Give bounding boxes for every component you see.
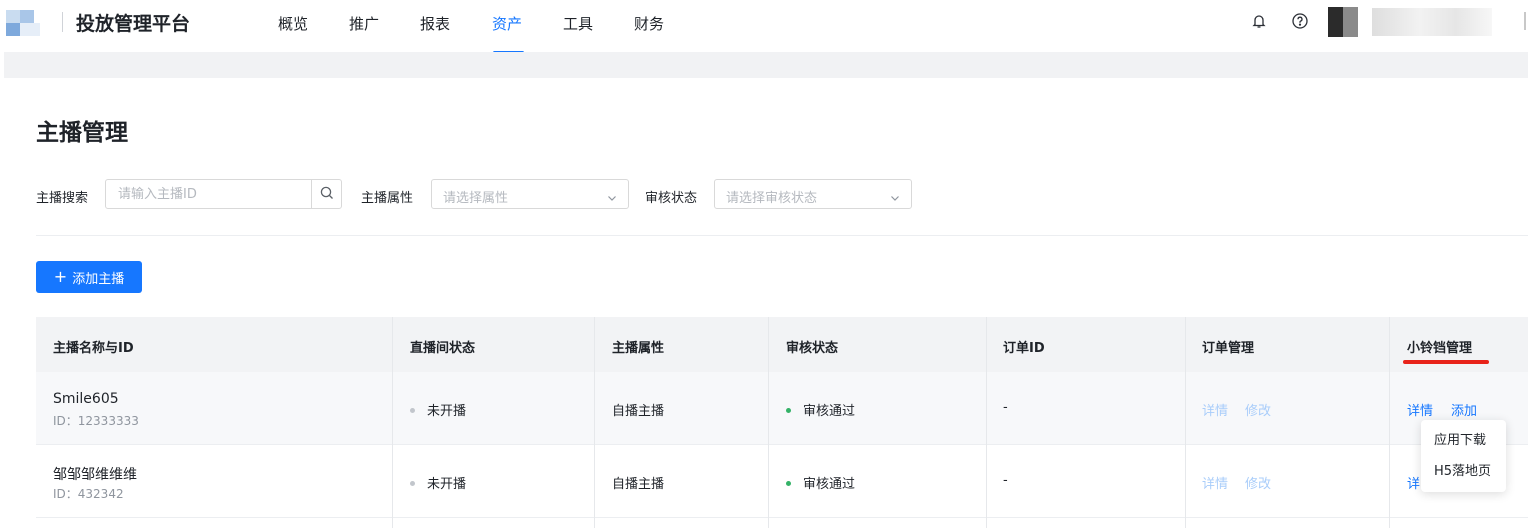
column-divider [1185,317,1186,528]
account-name-blurred[interactable] [1372,8,1492,36]
search-input[interactable] [106,180,312,208]
column-divider [768,317,769,528]
logo[interactable] [6,10,44,36]
review-select[interactable]: 请选择审核状态 [714,179,912,209]
anchor-name: Smile605 [53,391,119,407]
help-icon[interactable] [1291,12,1309,30]
col-header-name: 主播名称与ID [53,341,134,356]
search-icon [320,185,334,204]
bell-detail-link[interactable]: 详 [1407,473,1420,492]
anchor-attr: 自播主播 [612,404,665,419]
nav-item-tools[interactable]: 工具 [563,13,593,34]
review-select-placeholder: 请选择审核状态 [726,191,818,206]
nav-item-promotion[interactable]: 推广 [349,13,379,34]
status-dot-icon [410,481,415,486]
nav-item-overview[interactable]: 概览 [278,13,308,34]
order-edit-link[interactable]: 修改 [1245,473,1271,492]
column-divider [986,317,987,528]
nav-item-finance[interactable]: 财务 [634,13,664,34]
nav-item-reports[interactable]: 报表 [420,13,450,34]
bell-detail-link[interactable]: 详情 [1407,400,1433,419]
page-title: 主播管理 [36,120,128,146]
anchor-name: 邹邹邹维维维 [53,467,137,483]
anchor-table: 主播名称与ID 直播间状态 主播属性 审核状态 订单ID 订单管理 小铃铛管理 … [36,317,1528,528]
col-header-attr: 主播属性 [612,341,665,356]
logo-divider [62,12,63,32]
menu-item-h5-landing[interactable]: H5落地页 [1421,456,1506,487]
chevron-down-icon [889,189,901,201]
live-status: 未开播 [410,400,466,419]
status-dot-icon [410,408,415,413]
header-band [4,52,1528,78]
search-label: 主播搜索 [36,191,89,206]
status-dot-icon [786,481,791,486]
col-header-order-id: 订单ID [1003,341,1045,356]
bell-add-link[interactable]: 添加 [1451,400,1477,419]
add-anchor-button[interactable]: + 添加主播 [36,261,142,293]
menu-item-app-download[interactable]: 应用下载 [1421,425,1506,456]
attr-select-placeholder: 请选择属性 [443,191,509,206]
chevron-down-icon [606,189,618,201]
search-button[interactable] [311,180,341,208]
order-detail-link[interactable]: 详情 [1202,400,1228,419]
col-header-bell-mgmt: 小铃铛管理 [1407,341,1473,356]
header-divider [1524,12,1526,30]
order-detail-link[interactable]: 详情 [1202,473,1228,492]
attr-select[interactable]: 请选择属性 [431,179,629,209]
column-divider [594,317,595,528]
add-anchor-label: 添加主播 [72,271,125,287]
anchor-id: ID：12333333 [53,414,139,428]
col-header-review: 审核状态 [786,341,839,356]
table-row[interactable]: Smile605 ID：12333333 未开播 自播主播 审核通过 - 详情 … [36,372,1528,445]
attr-label: 主播属性 [361,191,414,206]
order-id: - [1003,473,1008,488]
col-header-live-status: 直播间状态 [410,341,476,356]
order-edit-link[interactable]: 修改 [1245,400,1271,419]
bell-add-dropdown: 应用下载 H5落地页 [1421,420,1506,492]
review-status: 审核通过 [786,473,855,492]
top-header: 投放管理平台 概览 推广 报表 资产 工具 财务 [0,0,1540,54]
status-dot-icon [786,408,791,413]
review-status: 审核通过 [786,400,855,419]
filter-divider [36,235,1528,236]
column-divider [1389,317,1390,528]
bell-icon[interactable] [1250,12,1268,30]
table-row[interactable]: 邹邹邹维维维 ID：432342 未开播 自播主播 审核通过 - 详情 修改 详 [36,445,1528,518]
order-id: - [1003,400,1008,415]
column-divider [392,317,393,528]
anchor-search-field [105,179,342,209]
avatar[interactable] [1328,7,1358,37]
anchor-attr: 自播主播 [612,477,665,492]
nav-item-assets[interactable]: 资产 [492,13,522,34]
annotation-underline [1403,360,1489,364]
plus-icon: + [53,267,68,286]
table-header: 主播名称与ID 直播间状态 主播属性 审核状态 订单ID 订单管理 小铃铛管理 [36,317,1528,372]
col-header-order-mgmt: 订单管理 [1202,341,1255,356]
anchor-id: ID：432342 [53,487,124,501]
brand-title: 投放管理平台 [76,13,191,35]
live-status: 未开播 [410,473,466,492]
review-label: 审核状态 [645,191,698,206]
